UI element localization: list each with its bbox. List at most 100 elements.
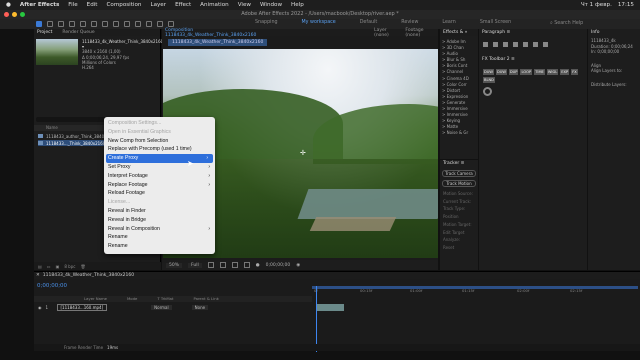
bit-depth-label[interactable]: 8 bpc	[64, 264, 75, 269]
search-help-field[interactable]: ⌕ Search Help	[550, 20, 583, 26]
align-center-icon[interactable]	[493, 42, 498, 47]
menu-item-rename[interactable]: Rename	[104, 233, 215, 242]
layer-parent-dropdown[interactable]: None	[191, 305, 209, 310]
tab-project[interactable]: Project	[37, 30, 52, 35]
guides-icon[interactable]	[243, 262, 250, 268]
app-menu[interactable]: After Effects	[20, 2, 59, 8]
zoom-window-button[interactable]	[20, 12, 25, 17]
fx-button-blnd[interactable]: BLND	[483, 77, 495, 83]
menu-item-rename[interactable]: Rename	[104, 242, 215, 251]
time-ruler[interactable]: 0f 00:15f 01:00f 01:15f 02:00f 02:15f	[312, 286, 638, 294]
fx-button-loop[interactable]: LOOP	[520, 69, 533, 75]
fx-toolbar-title[interactable]: FX Toolbar 2 ≡	[479, 56, 587, 63]
hand-tool-icon[interactable]	[47, 21, 53, 27]
zoom-tool-icon[interactable]	[58, 21, 64, 27]
workspace-review[interactable]: Review	[401, 20, 418, 25]
eraser-tool-icon[interactable]	[157, 21, 163, 27]
apple-icon[interactable]: ●	[6, 2, 11, 8]
justify-center-icon[interactable]	[523, 42, 528, 47]
fx-button-dup[interactable]: DUP	[508, 69, 519, 75]
fx-button-fx[interactable]: FX	[571, 69, 578, 75]
timeline-layer-row[interactable]: ◉ 1 [1118433...160.mp4] Normal None	[34, 304, 312, 311]
tab-layer[interactable]: Layer (none)	[374, 28, 401, 38]
workspace-my-workspace[interactable]: My workspace	[302, 20, 336, 25]
track-motion-button[interactable]: Track Motion	[442, 180, 476, 187]
reset-button[interactable]: Reset	[443, 244, 475, 252]
puppet-tool-icon[interactable]	[168, 21, 174, 27]
menu-item-replace-footage[interactable]: Replace Footage ›	[104, 181, 215, 190]
zoom-dropdown[interactable]: 50%	[166, 262, 183, 268]
column-trkmat[interactable]: T TrkMat	[157, 296, 173, 302]
menu-item-reload-footage[interactable]: Reload Footage	[104, 189, 215, 198]
playhead[interactable]	[316, 286, 317, 352]
comp-timecode[interactable]: 0;00;00;00	[266, 263, 291, 268]
text-tool-icon[interactable]	[124, 21, 130, 27]
effects-panel-title[interactable]: Effects & »	[440, 29, 478, 36]
timeline-tab[interactable]: 1118433_4k_Weather_Think_3840x2160	[43, 273, 134, 278]
fx-button-wigl[interactable]: WIGL	[546, 69, 559, 75]
shape-tool-icon[interactable]	[102, 21, 108, 27]
footage-name[interactable]: 1118433_4k_Weather_Think_3840x2160.mp4 ▾	[82, 39, 173, 49]
snapshot-icon[interactable]: ◉	[296, 263, 300, 268]
transparency-grid-icon[interactable]	[219, 262, 226, 268]
menu-composition[interactable]: Composition	[107, 2, 142, 8]
fx-button-duw-2[interactable]: DUW	[495, 69, 507, 75]
column-layer-name[interactable]: Layer Name	[84, 296, 107, 302]
resolution-dropdown[interactable]: Full	[188, 262, 202, 268]
layer-mode-dropdown[interactable]: Normal	[151, 305, 172, 310]
new-comp-icon[interactable]: ▣	[56, 264, 60, 269]
menu-item-replace-with-precomp-used-1-time[interactable]: Replace with Precomp (used 1 time)	[104, 145, 215, 154]
pan-behind-tool-icon[interactable]	[91, 21, 97, 27]
effects-category[interactable]: > Noise & Gr	[442, 130, 476, 136]
column-mode[interactable]: Mode	[127, 296, 137, 302]
menu-edit[interactable]: Edit	[87, 2, 98, 8]
workspace-small-screen[interactable]: Small Screen	[480, 20, 511, 25]
edit-target-button[interactable]: Edit Target	[443, 229, 475, 237]
menu-item-reveal-in-finder[interactable]: Reveal in Finder	[104, 207, 215, 216]
layer-duration-bar[interactable]	[316, 304, 344, 311]
menu-item-reveal-in-bridge[interactable]: Reveal in Bridge	[104, 216, 215, 225]
current-time-display[interactable]: 0;00;00;00	[37, 283, 67, 289]
mask-visibility-icon[interactable]	[231, 262, 238, 268]
column-name[interactable]: Name	[46, 125, 58, 131]
menu-file[interactable]: File	[68, 2, 77, 8]
tab-composition[interactable]: Composition 1118433_4k_Weather_Think_384…	[165, 28, 280, 38]
justify-all-icon[interactable]	[543, 42, 548, 47]
tab-footage[interactable]: Footage (none)	[405, 28, 438, 38]
pen-tool-icon[interactable]	[113, 21, 119, 27]
menu-item-set-proxy[interactable]: Set Proxy ›	[104, 163, 215, 172]
layer-name[interactable]: [1118433...160.mp4]	[56, 304, 108, 311]
color-channel-icon[interactable]: ●	[256, 263, 260, 268]
justify-right-icon[interactable]	[533, 42, 538, 47]
column-parent[interactable]: Parent & Link	[194, 296, 219, 302]
snapping-toggle[interactable]: Snapping	[255, 20, 278, 25]
minimize-window-button[interactable]	[12, 12, 17, 17]
camera-tool-icon[interactable]	[80, 21, 86, 27]
trash-icon[interactable]: 🗑	[80, 264, 85, 269]
close-icon[interactable]: ✕	[36, 273, 40, 278]
composition-breadcrumb[interactable]: 1118433_4k_Weather_Think_3840x2160	[168, 39, 268, 46]
menu-item-new-comp-from-selection[interactable]: New Comp from Selection	[104, 137, 215, 146]
close-window-button[interactable]	[4, 12, 9, 17]
menu-layer[interactable]: Layer	[150, 2, 166, 8]
menu-item-interpret-footage[interactable]: Interpret Footage ›	[104, 172, 215, 181]
paragraph-panel-title[interactable]: Paragraph ≡	[479, 29, 587, 36]
workspace-learn[interactable]: Learn	[442, 20, 455, 25]
menu-effect[interactable]: Effect	[175, 2, 191, 8]
justify-left-icon[interactable]	[513, 42, 518, 47]
tracker-panel-title[interactable]: Tracker ≡	[440, 160, 478, 167]
interpret-footage-icon[interactable]: ▤	[38, 264, 42, 269]
visibility-icon[interactable]: ◉	[38, 305, 42, 310]
align-left-icon[interactable]	[483, 42, 488, 47]
rotate-tool-icon[interactable]	[69, 21, 75, 27]
position-checkbox[interactable]: Position	[443, 213, 475, 221]
brush-tool-icon[interactable]	[135, 21, 141, 27]
track-camera-button[interactable]: Track Camera	[442, 170, 476, 177]
gear-icon[interactable]	[483, 87, 492, 96]
menu-item-reveal-in-composition[interactable]: Reveal in Composition ›	[104, 225, 215, 234]
menu-item-create-proxy[interactable]: Create Proxy ›	[106, 154, 213, 163]
new-folder-icon[interactable]: ▭	[47, 264, 51, 269]
menu-view[interactable]: View	[238, 2, 251, 8]
anchor-point-icon[interactable]: ✛	[300, 149, 306, 157]
fx-button-time[interactable]: TIME	[534, 69, 545, 75]
